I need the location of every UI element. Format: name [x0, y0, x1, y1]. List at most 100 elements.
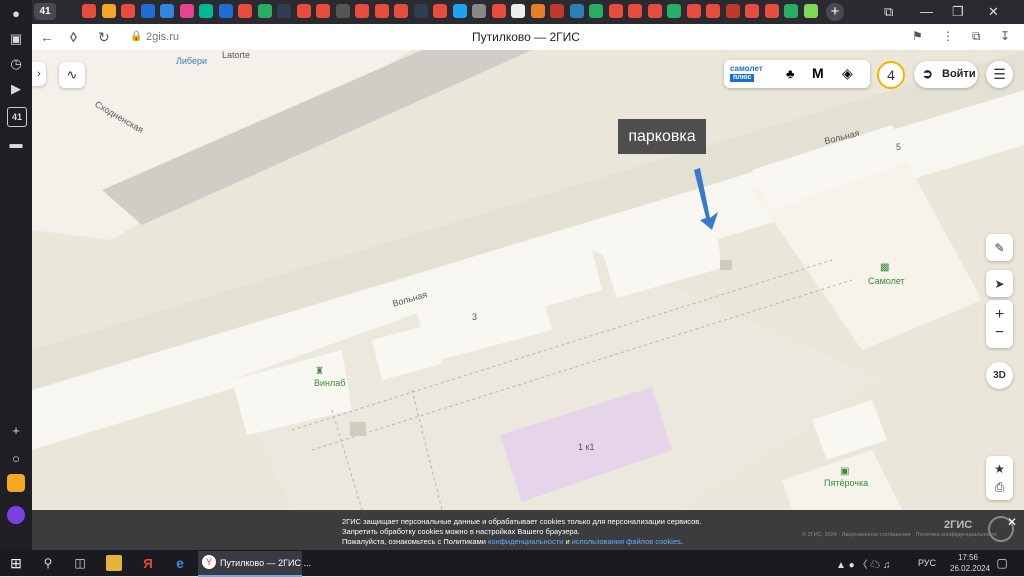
tab-favicon[interactable]	[257, 4, 272, 18]
tab-favicon[interactable]	[511, 4, 525, 18]
tab-favicon[interactable]	[608, 4, 623, 18]
tray-icons[interactable]: ▲ ● 〈 ☁ ♫	[836, 556, 891, 571]
layers-icon[interactable]: ◈	[842, 65, 853, 82]
edge-icon[interactable]: e	[172, 555, 188, 571]
alice-icon[interactable]: ○	[7, 449, 25, 467]
tab-favicon[interactable]	[433, 4, 447, 18]
search-icon[interactable]: ⚲	[40, 555, 56, 571]
history-icon[interactable]: ◷	[7, 55, 25, 73]
tray-language[interactable]: РУС	[918, 558, 936, 568]
assistant-icon[interactable]	[7, 506, 25, 524]
zoom-out-button[interactable]: −	[995, 324, 1004, 342]
task-view-icon[interactable]: ◫	[72, 555, 88, 571]
poi-samolet[interactable]: Самолет	[868, 276, 905, 286]
poi-vinlab[interactable]: Винлаб	[314, 378, 345, 388]
tab-favicon[interactable]	[667, 4, 681, 18]
zoom-in-button[interactable]: +	[995, 306, 1004, 324]
routes-icon[interactable]: ∿	[59, 62, 85, 88]
cookie-close-icon[interactable]: ✕	[1007, 515, 1017, 529]
tab-favicon[interactable]	[296, 4, 311, 18]
login-button[interactable]: ➲ Войти	[914, 61, 978, 88]
restore-icon[interactable]: ❐	[952, 4, 964, 20]
place-label-latorte[interactable]: Latorte	[222, 50, 250, 60]
collections-icon[interactable]: ▣	[7, 30, 25, 48]
menu-icon[interactable]: ☰	[986, 61, 1013, 88]
sidebar-badge[interactable]: 41	[7, 107, 27, 127]
taskbar-active-window[interactable]: Y Путилково — 2ГИС ...	[198, 551, 311, 577]
app-icon[interactable]	[7, 474, 25, 492]
add-icon[interactable]: +	[7, 421, 25, 439]
tab-favicon[interactable]	[764, 4, 779, 18]
locate-icon[interactable]: ➤	[986, 270, 1013, 297]
video-icon[interactable]: ▶	[7, 80, 25, 98]
media-icon[interactable]: ▬	[7, 134, 25, 152]
profile-icon[interactable]: ●	[7, 4, 25, 22]
cart-icon: ▣	[840, 466, 850, 477]
place-label-liberi[interactable]: Либери	[176, 56, 207, 66]
notification-center-icon[interactable]: ▢	[994, 555, 1010, 571]
tab-favicon[interactable]	[491, 4, 506, 18]
tab-favicon[interactable]	[374, 4, 389, 18]
tab-favicon[interactable]	[550, 4, 564, 18]
tab-favicon[interactable]	[784, 4, 798, 18]
tab-favicon[interactable]	[179, 4, 194, 18]
new-tab-button[interactable]: +	[826, 3, 844, 21]
tab-favicon[interactable]	[569, 4, 584, 18]
poi-pyaterochka[interactable]: Пятёрочка	[824, 478, 868, 488]
close-window-icon[interactable]: ✕	[988, 4, 999, 20]
tab-favicon[interactable]	[686, 4, 701, 18]
tab-favicon[interactable]	[530, 4, 545, 18]
tab-menu-icon[interactable]: ⧉	[884, 4, 893, 20]
ruler-icon[interactable]: ✎	[986, 234, 1013, 261]
tab-favicon[interactable]	[218, 4, 233, 18]
tray-clock[interactable]: 17:56 26.02.2024	[950, 552, 990, 574]
tab-favicon[interactable]	[628, 4, 642, 18]
bookmark-icon[interactable]: ⚑	[912, 29, 923, 43]
tab-count[interactable]: 41	[34, 3, 56, 20]
expand-panel-button[interactable]: ›	[32, 62, 46, 86]
tab-favicon[interactable]	[472, 4, 486, 18]
tab-favicon[interactable]	[706, 4, 720, 18]
tab-favicon[interactable]	[725, 4, 740, 18]
more-icon[interactable]: ⋮	[942, 29, 954, 43]
download-icon[interactable]: ↧	[1000, 29, 1010, 43]
tab-favicon[interactable]	[316, 4, 330, 18]
tab-favicon[interactable]	[121, 4, 135, 18]
tab-favicon[interactable]	[277, 4, 291, 18]
yandex-icon[interactable]: ◊	[70, 29, 77, 45]
url-text[interactable]: 2gis.ru	[146, 31, 179, 43]
tab-favicon[interactable]	[413, 4, 428, 18]
share-icon[interactable]: ★	[994, 460, 1005, 478]
file-explorer-icon[interactable]	[106, 555, 122, 571]
tab-favicon[interactable]	[394, 4, 408, 18]
tab-favicon[interactable]	[199, 4, 213, 18]
tab-favicon[interactable]	[82, 4, 96, 18]
reload-icon[interactable]: ↻	[98, 29, 110, 46]
cookies-policy-link[interactable]: использования файлов cookies	[572, 537, 681, 546]
extensions-icon[interactable]: ⧉	[972, 29, 981, 44]
minimize-icon[interactable]: —	[920, 4, 933, 19]
shop-icon: ♜	[315, 366, 324, 377]
3d-button[interactable]: 3D	[986, 362, 1013, 389]
metro-icon[interactable]: M	[812, 65, 824, 81]
tab-favicon[interactable]	[355, 4, 369, 18]
tab-favicon[interactable]	[335, 4, 350, 18]
tab-favicon[interactable]	[589, 4, 603, 18]
tab-favicon[interactable]	[803, 4, 818, 18]
yandex-browser-icon[interactable]: Я	[140, 555, 156, 571]
tab-favicon[interactable]	[745, 4, 759, 18]
tab-favicon[interactable]	[140, 4, 155, 18]
samolet-promo[interactable]: самолет плюс	[730, 65, 780, 83]
tab-favicon[interactable]	[647, 4, 662, 18]
tab-favicon[interactable]	[101, 4, 116, 18]
tab-favicon[interactable]	[238, 4, 252, 18]
park-icon[interactable]: ♣	[786, 66, 795, 81]
tab-favicon[interactable]	[452, 4, 467, 18]
windows-start-icon[interactable]: ⊞	[8, 555, 24, 571]
privacy-link[interactable]: конфиденциальности	[488, 537, 563, 546]
print-icon[interactable]: ⎙	[995, 478, 1005, 496]
back-icon[interactable]: ←	[40, 29, 54, 45]
map-canvas[interactable]: Сходненская Вольная Вольная Latorte Либе…	[32, 50, 1024, 510]
notifications-badge[interactable]: 4	[877, 61, 905, 89]
tab-favicon[interactable]	[160, 4, 174, 18]
